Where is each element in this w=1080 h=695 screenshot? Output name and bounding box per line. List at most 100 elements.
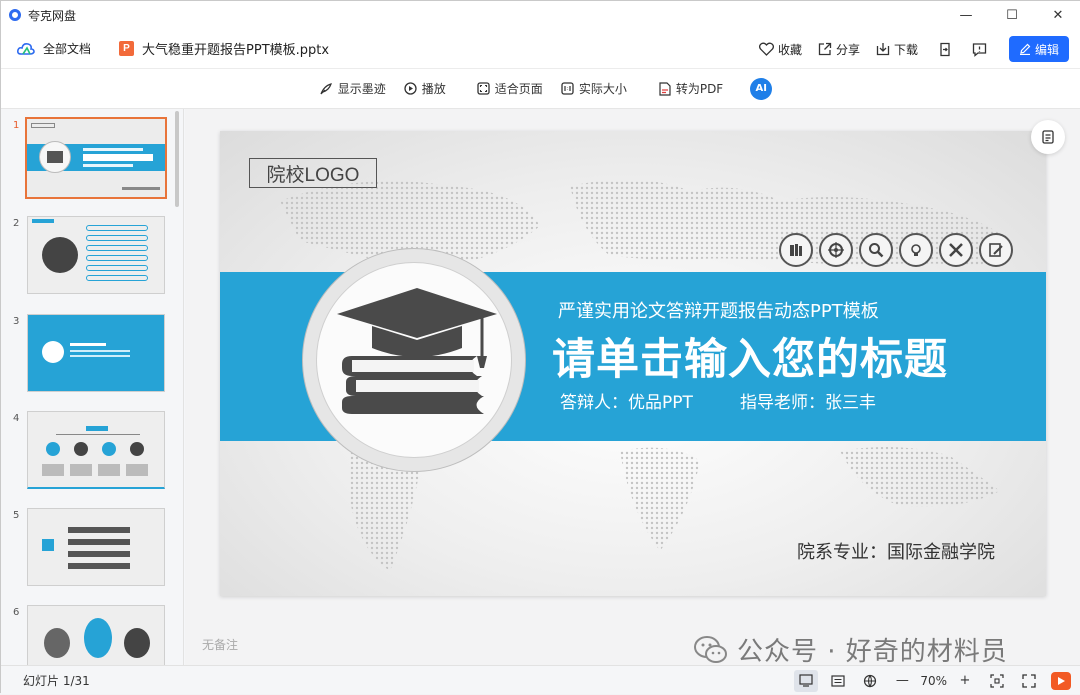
convert-pdf-label: 转为PDF <box>675 82 724 96</box>
pdf-icon <box>659 81 671 96</box>
wechat-icon <box>694 635 727 663</box>
thumbnail-number: 6 <box>13 607 20 618</box>
books-icon <box>779 233 813 267</box>
school-logo-box: 院校LOGO <box>249 158 377 188</box>
feature-icon-row <box>779 233 1019 267</box>
fit-page-label: 适合页面 <box>494 82 543 96</box>
pencil-icon <box>1019 43 1031 55</box>
thumbnail-preview <box>27 605 165 665</box>
favorite-button[interactable]: 收藏 <box>758 41 802 58</box>
thumbnail-number: 1 <box>13 120 20 131</box>
magnifier-icon <box>859 233 893 267</box>
cloud-icon <box>17 42 35 55</box>
minimize-button[interactable]: — <box>943 1 989 29</box>
thumbnail-number: 2 <box>13 218 20 229</box>
actual-size-button[interactable]: 实际大小 <box>561 80 627 97</box>
share-button[interactable]: 分享 <box>818 41 860 58</box>
thumbnail-number: 3 <box>13 316 20 327</box>
pptx-file-icon: P <box>119 41 135 56</box>
convert-pdf-button[interactable]: 转为PDF <box>658 80 723 97</box>
lightbulb-icon <box>899 233 933 267</box>
share-label: 分享 <box>835 42 860 57</box>
thumbnail-preview <box>27 508 165 586</box>
file-name: 大气稳重开题报告PPT模板.pptx <box>142 43 330 58</box>
export-icon[interactable] <box>938 42 952 57</box>
slide-department: 院系专业：国际金融学院 <box>797 542 995 563</box>
all-docs-link[interactable]: 全部文档 <box>17 40 91 57</box>
clipboard-icon <box>1042 130 1054 144</box>
zoom-in-button[interactable]: + <box>953 670 977 692</box>
target-icon <box>819 233 853 267</box>
close-button[interactable]: ✕ <box>1035 1 1080 29</box>
file-tab[interactable]: P 大气稳重开题报告PPT模板.pptx <box>119 39 329 58</box>
edit-label: 编辑 <box>1034 42 1059 57</box>
download-icon <box>876 43 890 56</box>
edit-document-icon <box>979 233 1013 267</box>
play-button[interactable]: 播放 <box>404 80 446 97</box>
fullscreen-icon[interactable] <box>1017 670 1041 692</box>
actual-size-icon <box>561 82 574 95</box>
download-button[interactable]: 下载 <box>876 41 918 58</box>
slide-counter: 幻灯片 1/31 <box>23 673 90 688</box>
thumbnail-item[interactable]: 4 <box>1 411 183 491</box>
slide-preview-area: 院校LOGO 严谨实用论文答辩开题报告动态PPT模板 请单击输入您的标题 答辩人… <box>185 109 1080 668</box>
viewer-toolbar: 显示墨迹 播放 适合页面 实际大小 转为PDF AI <box>1 69 1080 109</box>
quark-logo-icon <box>9 9 21 21</box>
header-bar: 全部文档 P 大气稳重开题报告PPT模板.pptx 收藏 分享 下载 编辑 <box>1 29 1080 69</box>
thumbnail-item[interactable]: 6 <box>1 605 183 665</box>
status-controls: — 70% + <box>786 666 1071 695</box>
header-actions: 收藏 分享 下载 编辑 <box>743 29 1069 69</box>
tools-icon <box>939 233 973 267</box>
slide-notes: 无备注 <box>202 638 239 652</box>
zoom-level: 70% <box>920 673 947 688</box>
show-ink-button[interactable]: 显示墨迹 <box>319 80 386 97</box>
app-name: 夸克网盘 <box>28 8 77 23</box>
thumbnail-preview <box>27 216 165 294</box>
actual-size-label: 实际大小 <box>578 82 627 96</box>
thumbnail-number: 4 <box>13 413 20 424</box>
app-window: 夸克网盘 — ☐ ✕ 全部文档 P 大气稳重开题报告PPT模板.pptx 收藏 <box>0 0 1080 694</box>
fit-screen-icon[interactable] <box>985 670 1009 692</box>
title-bar: 夸克网盘 — ☐ ✕ <box>1 1 1080 29</box>
fit-page-button[interactable]: 适合页面 <box>477 80 543 97</box>
thumbnail-preview <box>27 411 165 489</box>
slideshow-play-button[interactable] <box>1051 671 1071 690</box>
play-icon <box>1057 676 1065 685</box>
thumbnail-preview <box>27 314 165 392</box>
all-docs-label: 全部文档 <box>43 42 92 56</box>
graduation-cap-books-icon <box>337 288 497 414</box>
slide-main-title: 请单击输入您的标题 <box>552 335 948 385</box>
thumbnail-number: 5 <box>13 510 20 521</box>
thumbnail-preview <box>25 117 167 199</box>
wechat-watermark: 公众号 · 好奇的材料员 <box>693 631 1008 668</box>
favorite-label: 收藏 <box>777 42 802 57</box>
slide-advisor: 指导老师：张三丰 <box>740 393 876 413</box>
ink-icon <box>320 82 332 94</box>
thumbnail-item[interactable]: 5 <box>1 508 183 588</box>
status-bar: 幻灯片 1/31 — 70% + <box>1 665 1080 694</box>
thumbnail-item[interactable]: 1 <box>1 117 183 199</box>
play-label: 播放 <box>421 82 446 96</box>
slide-tools-button[interactable] <box>1031 120 1065 154</box>
fit-page-icon <box>477 82 490 95</box>
show-ink-label: 显示墨迹 <box>337 82 386 96</box>
ai-assistant-button[interactable]: AI <box>750 77 773 100</box>
zoom-out-button[interactable]: — <box>890 670 914 692</box>
slide-view-icon[interactable] <box>794 669 819 692</box>
thumbnail-item[interactable]: 2 <box>1 216 183 296</box>
download-label: 下载 <box>893 42 918 57</box>
feedback-icon[interactable] <box>972 42 987 57</box>
notes-view-icon[interactable] <box>826 670 850 692</box>
share-icon <box>818 42 832 56</box>
web-view-icon[interactable] <box>858 670 882 692</box>
edit-button[interactable]: 编辑 <box>1009 36 1069 62</box>
window-controls: — ☐ ✕ <box>943 1 1080 29</box>
slide-thumbnail-sidebar: 1 2 3 4 5 6 <box>1 109 184 665</box>
heart-icon <box>758 42 774 56</box>
watermark-text: 公众号 · 好奇的材料员 <box>737 637 1008 667</box>
maximize-button[interactable]: ☐ <box>989 1 1035 29</box>
play-icon <box>404 82 417 95</box>
current-slide: 院校LOGO 严谨实用论文答辩开题报告动态PPT模板 请单击输入您的标题 答辩人… <box>220 131 1046 596</box>
slide-presenter: 答辩人：优品PPT <box>560 393 693 413</box>
thumbnail-item[interactable]: 3 <box>1 314 183 394</box>
